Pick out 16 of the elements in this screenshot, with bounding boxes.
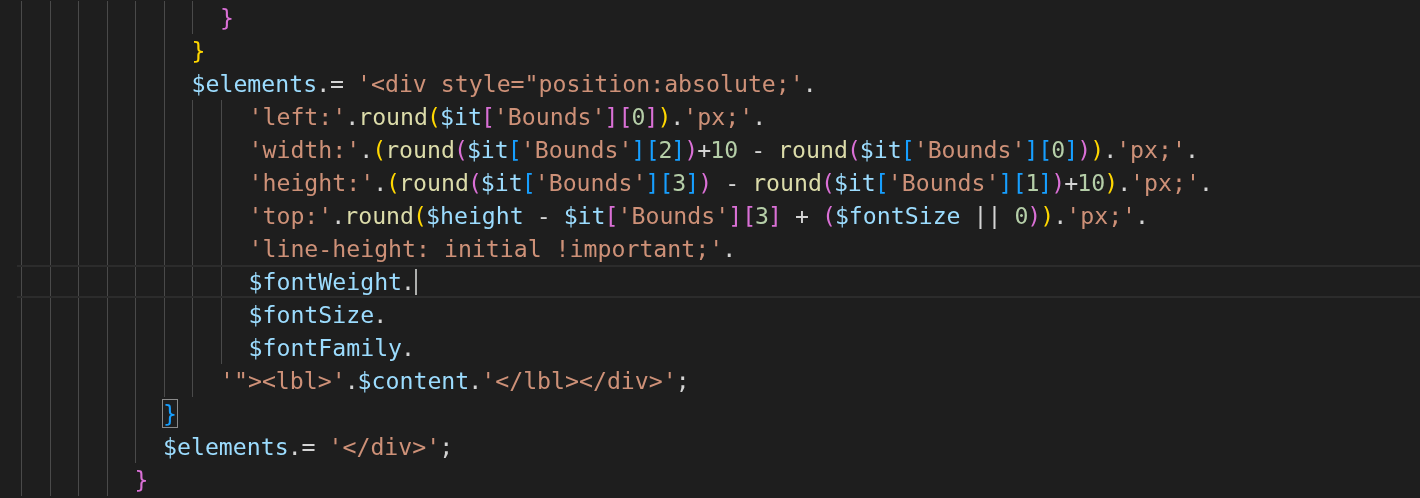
code-line: 'line-height: initial !important;'. bbox=[249, 234, 738, 264]
code-line: 'left:'.round($it['Bounds'][0]).'px;'. bbox=[249, 102, 768, 132]
code-line: $fontWeight. bbox=[249, 267, 415, 297]
code-line: } bbox=[220, 3, 235, 33]
code-line: } bbox=[192, 36, 207, 66]
code-line: '"><lbl>'.$content.'</lbl></div>'; bbox=[220, 366, 691, 396]
code-line: 'top:'.round($height - $it['Bounds'][3] + ($fontSize || 0)).'px;'. bbox=[249, 201, 1151, 231]
code-line: $elements.= '<div style="position:absolute;'. bbox=[192, 69, 818, 99]
code-line: } bbox=[135, 465, 150, 495]
code-line: 'width:'.(round($it['Bounds'][2])+10 - round($it['Bounds'][0])).'px;'. bbox=[249, 135, 1200, 165]
code-line: 'height:'.(round($it['Bounds'][3]) - round($it['Bounds'][1])+10).'px;'. bbox=[249, 168, 1214, 198]
text-cursor bbox=[414, 268, 417, 295]
code-line: $fontFamily. bbox=[249, 333, 417, 363]
code-line: $fontSize. bbox=[249, 300, 389, 330]
code-line: $elements.= '</div>'; bbox=[163, 432, 455, 462]
matched-bracket: } bbox=[163, 398, 179, 430]
